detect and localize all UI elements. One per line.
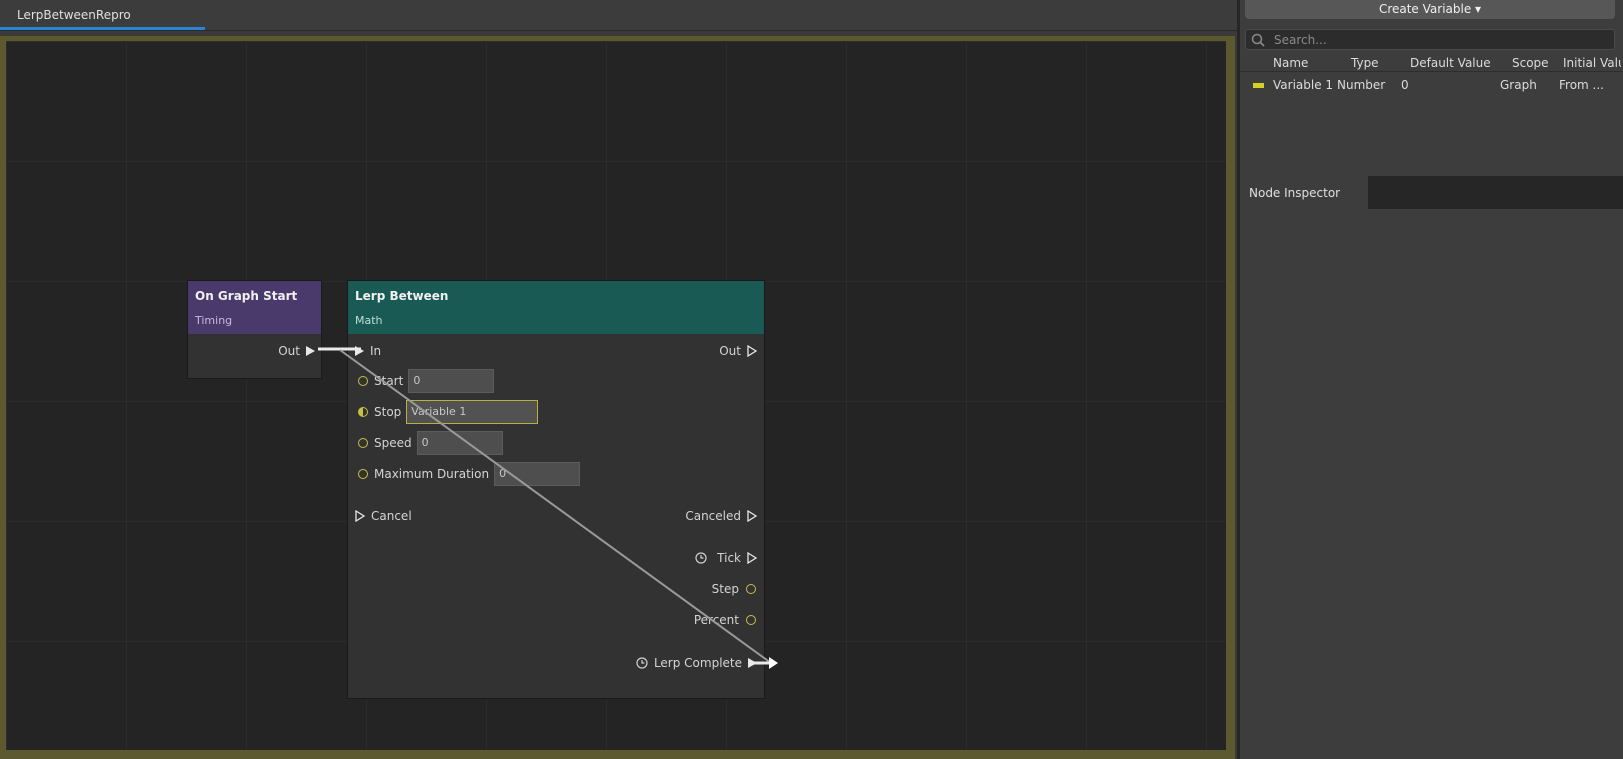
wire-arrow-icon bbox=[769, 657, 778, 669]
wire-layer bbox=[318, 347, 778, 669]
variable-name: Variable 1 bbox=[1273, 78, 1334, 92]
col-initial-value[interactable]: Initial Value bbox=[1563, 56, 1621, 70]
tab-label: LerpBetweenRepro bbox=[17, 8, 131, 22]
document-tab-bar: LerpBetweenRepro bbox=[0, 0, 1237, 31]
search-input[interactable] bbox=[1274, 32, 1604, 48]
col-scope[interactable]: Scope bbox=[1512, 56, 1549, 70]
header-divider bbox=[1240, 71, 1623, 72]
wire-diagonal bbox=[339, 349, 772, 664]
graph-canvas[interactable]: On Graph Start Timing Out Lerp Between M… bbox=[6, 41, 1226, 750]
variable-row[interactable]: Variable 1 Number 0 Graph From ... bbox=[1245, 77, 1621, 97]
tab-label: Node Inspector bbox=[1249, 186, 1341, 200]
variable-scope: Graph bbox=[1500, 78, 1537, 92]
number-type-icon bbox=[1253, 83, 1264, 88]
tab-node-inspector[interactable]: Node Inspector bbox=[1240, 176, 1368, 209]
variable-initial: From ... bbox=[1559, 78, 1604, 92]
active-tab-indicator bbox=[0, 27, 205, 30]
variable-type: Number bbox=[1337, 78, 1386, 92]
col-default-value[interactable]: Default Value bbox=[1410, 56, 1491, 70]
search-icon bbox=[1251, 33, 1265, 47]
create-variable-button[interactable]: Create Variable ▾ bbox=[1245, 0, 1615, 19]
variable-search[interactable] bbox=[1245, 29, 1615, 50]
col-name[interactable]: Name bbox=[1273, 56, 1308, 70]
col-type[interactable]: Type bbox=[1351, 56, 1379, 70]
right-panel: Create Variable ▾ Name Type Default Valu… bbox=[1237, 0, 1623, 759]
variable-default: 0 bbox=[1401, 78, 1409, 92]
